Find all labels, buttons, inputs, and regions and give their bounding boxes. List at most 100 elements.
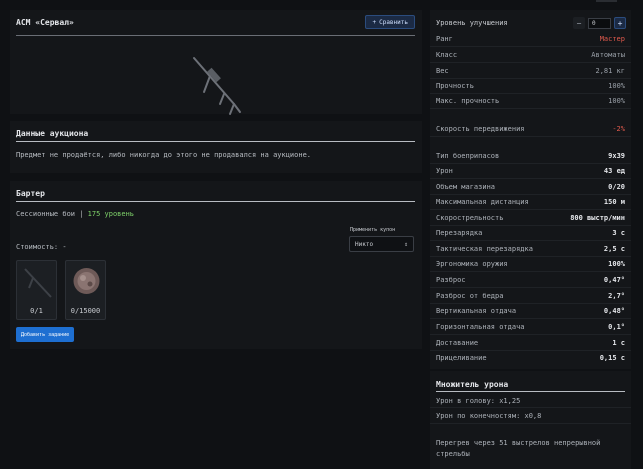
stat-value: 0,47° <box>603 276 625 284</box>
stat-row: Горизонтальная отдача 0,1° <box>436 322 625 332</box>
plus-icon: + <box>372 18 377 26</box>
divider <box>430 240 631 241</box>
stat-row: Вес 2,81 кг <box>436 66 625 76</box>
stat-value: 2,81 кг <box>595 67 625 75</box>
slot-count: 0/1 <box>30 307 43 315</box>
stat-row: Тактическая перезарядка 2,5 с <box>436 244 625 254</box>
weapon-thumbnail-icon <box>24 268 52 298</box>
divider <box>16 141 415 142</box>
session-line: Сессионные бои | 175 уровень <box>16 210 134 218</box>
divider <box>430 194 631 195</box>
decrement-button[interactable]: − <box>573 17 585 29</box>
divider <box>430 163 631 164</box>
stat-value: 0,15 с <box>599 354 625 362</box>
stat-value: 0,1° <box>608 323 625 331</box>
stat-label: Скорострельность <box>436 214 504 222</box>
barter-item-slot[interactable]: 0/15000 <box>65 260 106 320</box>
increment-button[interactable]: + <box>614 17 626 29</box>
upgrade-level: Уровень улучшения − 0 + <box>436 16 626 30</box>
barter-item-slot[interactable]: 0/1 <box>16 260 57 320</box>
stat-label: Тактическая перезарядка <box>436 245 533 253</box>
stat-row: Скорость передвижения -2% <box>436 124 625 134</box>
slot-count: 0/15000 <box>70 307 101 315</box>
session-value: 175 уровень <box>87 210 135 218</box>
stat-label: Класс <box>436 51 458 59</box>
stat-row: Эргономика оружия 100% <box>436 259 625 269</box>
stat-value: 0/20 <box>608 183 625 191</box>
divider <box>430 287 631 288</box>
divider <box>430 350 631 351</box>
stat-label: Вес <box>436 67 449 75</box>
compare-button[interactable]: + Сравнить <box>365 15 415 29</box>
stat-value: Автоматы <box>591 51 625 59</box>
stat-row: Разброс от бедра 2,7° <box>436 291 625 301</box>
divider <box>430 271 631 272</box>
stat-label: Максимальная дистанция <box>436 198 529 206</box>
stat-row: Вертикальная отдача 0,48° <box>436 306 625 316</box>
stat-label: Доставание <box>436 339 479 347</box>
stat-value: 2,5 с <box>603 245 625 253</box>
stat-label: Тип боеприпасов <box>436 152 500 160</box>
cost-text: Стоимость: - <box>16 243 67 251</box>
chevron-updown-icon: ⇕ <box>404 240 408 248</box>
stat-row: Объем магазина 0/20 <box>436 182 625 192</box>
stats-panel: Уровень улучшения − 0 + Ранг Мастер Класс А… <box>430 10 631 369</box>
stat-value: 100% <box>608 260 625 268</box>
divider <box>430 225 631 226</box>
divider <box>430 209 631 210</box>
divider <box>430 62 631 63</box>
divider <box>430 334 631 335</box>
coupon-value: Никто <box>355 240 374 248</box>
coupon-select[interactable]: Никто ⇕ <box>349 236 414 252</box>
stat-value: 800 выстр/мин <box>570 214 625 222</box>
weapon-title: АСМ «Сервал» <box>16 18 74 27</box>
auction-title: Данные аукциона <box>16 129 89 138</box>
divider <box>430 318 631 319</box>
coin-icon <box>73 268 100 294</box>
add-task-button[interactable]: Добавить задание <box>16 327 75 342</box>
stat-row: Скорострельность 800 выстр/мин <box>436 213 625 223</box>
stat-label: Ранг <box>436 35 453 43</box>
overheat-text: Перегрев через 51 выстрелов непрерывной … <box>436 439 601 458</box>
stat-label: Горизонтальная отдача <box>436 323 525 331</box>
stat-value: -2% <box>612 125 625 133</box>
stat-value: 43 ед <box>603 167 625 175</box>
stat-label: Вертикальная отдача <box>436 307 517 315</box>
barter-title: Бартер <box>16 189 45 198</box>
stat-value: 150 м <box>603 198 625 206</box>
divider <box>430 46 631 47</box>
upgrade-label: Уровень улучшения <box>436 19 508 27</box>
auction-panel: Данные аукциона Предмет не продаётся, ли… <box>10 121 422 173</box>
divider <box>16 201 415 202</box>
stat-value: 100% <box>608 82 625 90</box>
stat-label: Эргономика оружия <box>436 260 508 268</box>
stat-label: Прицеливание <box>436 354 487 362</box>
stat-row: Класс Автоматы <box>436 50 625 60</box>
divider <box>430 108 631 109</box>
session-label: Сессионные бои | <box>16 210 84 218</box>
divider <box>436 391 625 392</box>
stat-value: 1 с <box>612 339 625 347</box>
divider <box>430 423 631 424</box>
top-edge-tab <box>596 0 617 2</box>
stat-row: Перезарядка 3 с <box>436 228 625 238</box>
stat-label: Скорость передвижения <box>436 125 525 133</box>
weapon-card: АСМ «Сервал» + Сравнить <box>10 10 422 115</box>
stat-value: 9x39 <box>608 152 625 160</box>
stat-value: 100% <box>608 97 625 105</box>
divider <box>430 303 631 304</box>
divider <box>430 93 631 94</box>
upgrade-input[interactable]: 0 <box>588 17 611 29</box>
stat-row: Прочность 100% <box>436 81 625 91</box>
stat-value: 3 с <box>612 229 625 237</box>
stat-row: Разброс 0,47° <box>436 275 625 285</box>
divider <box>430 407 631 408</box>
limb-damage: Урон по конечностям: x0,8 <box>436 412 542 420</box>
damage-title: Множитель урона <box>436 380 509 389</box>
stat-row: Прицеливание 0,15 с <box>436 353 625 363</box>
stat-row: Доставание 1 с <box>436 338 625 348</box>
coupon-label: Применить купон <box>350 227 396 233</box>
auction-text: Предмет не продаётся, либо никогда до эт… <box>16 151 312 159</box>
stat-value: 0,48° <box>603 307 625 315</box>
stat-label: Макс. прочность <box>436 97 500 105</box>
